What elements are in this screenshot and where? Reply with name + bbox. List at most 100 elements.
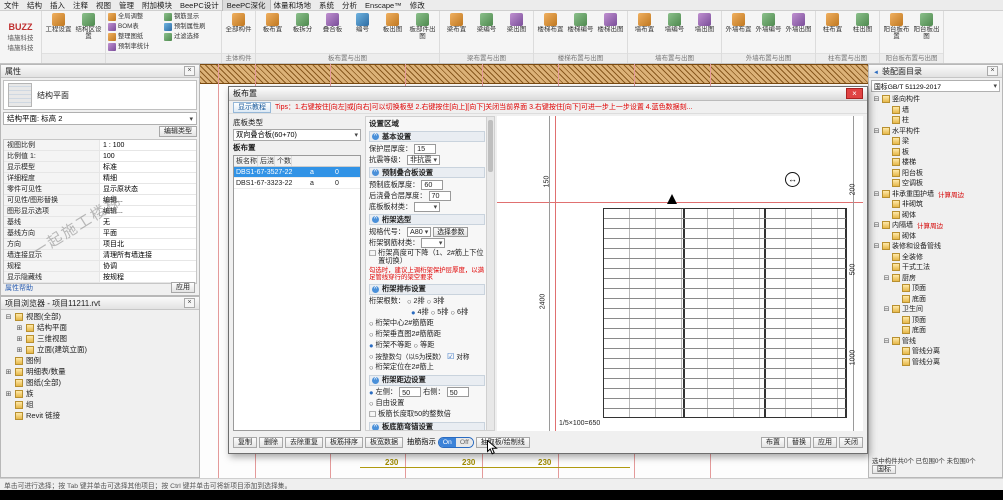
ribbon-button[interactable]: 阳台板出图 bbox=[912, 12, 941, 41]
menu-tab[interactable]: 插入 bbox=[46, 0, 69, 11]
expander-icon[interactable]: ⊞ bbox=[5, 390, 12, 398]
type-card[interactable]: 结构平面 bbox=[3, 80, 197, 110]
expander-icon[interactable]: ⊟ bbox=[873, 242, 880, 250]
menu-tab[interactable]: BeePC设计 bbox=[176, 0, 223, 11]
radio-icon[interactable] bbox=[413, 341, 418, 350]
catalog-item[interactable]: 梁 bbox=[869, 136, 1002, 147]
table-row[interactable]: DBS1-67-3527-22 a 0 bbox=[234, 167, 360, 178]
standard-select[interactable]: 国标GB/T 51129-2017 bbox=[871, 80, 1000, 92]
ribbon-button[interactable]: 编号 bbox=[348, 12, 377, 41]
type-selector[interactable]: 结构平面: 标高 2 bbox=[3, 112, 197, 125]
material-select[interactable] bbox=[414, 202, 440, 212]
ribbon-button[interactable]: BOM表 bbox=[108, 22, 163, 32]
copy-button[interactable]: 复制 bbox=[233, 437, 257, 448]
ribbon-button[interactable]: 预制属性刷 bbox=[164, 22, 219, 32]
catalog-item[interactable]: ⊟ 非承重围护墙 计算周边 bbox=[869, 189, 1002, 200]
catalog-item[interactable]: 底面 bbox=[869, 325, 1002, 336]
ribbon-button[interactable]: 外墙编号 bbox=[754, 12, 783, 41]
expander-icon[interactable]: ⊞ bbox=[16, 335, 23, 343]
catalog-item[interactable]: 顶面 bbox=[869, 315, 1002, 326]
close-icon[interactable] bbox=[184, 298, 195, 308]
section-anchor[interactable]: 板底筋弯锚设置 bbox=[369, 422, 485, 431]
section-basic[interactable]: 基本设置 bbox=[369, 131, 485, 142]
section-precast[interactable]: 预制叠合板设置 bbox=[369, 167, 485, 178]
radio-selected-icon[interactable] bbox=[369, 341, 374, 350]
menu-tab[interactable]: 管理 bbox=[115, 0, 138, 11]
expander-icon[interactable]: ⊟ bbox=[873, 95, 880, 103]
radio-icon[interactable] bbox=[369, 319, 374, 328]
menu-tab[interactable]: 系统 bbox=[315, 0, 338, 11]
show-tutorial-button[interactable]: 显示教程 bbox=[233, 102, 271, 113]
catalog-item[interactable]: 干式工法 bbox=[869, 262, 1002, 273]
tree-item[interactable]: 图例 bbox=[1, 355, 199, 366]
ribbon-button[interactable]: 叠合板 bbox=[318, 12, 347, 41]
radio-icon[interactable] bbox=[450, 308, 455, 317]
ribbon-button[interactable]: 整理图纸 bbox=[108, 32, 163, 42]
ribbon-button[interactable]: 梁出图 bbox=[502, 12, 531, 41]
property-value[interactable]: 清理所有墙连接 bbox=[100, 250, 196, 260]
catalog-item[interactable]: 墙 bbox=[869, 105, 1002, 116]
ribbon-button[interactable]: 楼梯编号 bbox=[566, 12, 595, 41]
close-button[interactable]: 关闭 bbox=[839, 437, 863, 448]
property-value[interactable]: 按规程 bbox=[100, 272, 196, 282]
dedup-button[interactable]: 去除重复 bbox=[285, 437, 323, 448]
expander-icon[interactable]: ⊟ bbox=[883, 305, 890, 313]
edit-type-button[interactable]: 编辑类型 bbox=[159, 126, 197, 137]
edge-left-input[interactable]: 50 bbox=[399, 387, 421, 397]
property-value[interactable]: 1 : 100 bbox=[100, 140, 196, 150]
ribbon-button[interactable]: 墙编号 bbox=[660, 12, 689, 41]
ribbon-button[interactable]: 工程设置 bbox=[44, 12, 73, 41]
ribbon-button[interactable]: 柱出图 bbox=[848, 12, 877, 41]
ribbon-button[interactable]: 阳台板布置 bbox=[882, 12, 911, 41]
checkbox-checked-icon[interactable] bbox=[447, 352, 454, 361]
tree-item[interactable]: ⊞ 明细表/数量 bbox=[1, 366, 199, 377]
menu-tab[interactable]: 文件 bbox=[0, 0, 23, 11]
tree-item[interactable]: 图纸(全部) bbox=[1, 377, 199, 388]
ribbon-button[interactable]: 梁编号 bbox=[472, 12, 501, 41]
radio-icon[interactable] bbox=[369, 363, 374, 372]
property-value[interactable]: 100 bbox=[100, 151, 196, 161]
ribbon-button[interactable]: 过滤选择 bbox=[164, 32, 219, 42]
catalog-item[interactable]: 空调板 bbox=[869, 178, 1002, 189]
catalog-item[interactable]: 管线分离 bbox=[869, 346, 1002, 357]
checkbox-icon[interactable] bbox=[369, 410, 376, 419]
tree-item[interactable]: ⊞ 三维视图 bbox=[1, 333, 199, 344]
expander-icon[interactable]: ⊞ bbox=[5, 368, 12, 376]
close-icon[interactable] bbox=[184, 66, 195, 76]
ribbon-button[interactable]: 墙布置 bbox=[630, 12, 659, 41]
ribbon-button[interactable]: 板布置 bbox=[258, 12, 287, 41]
radio-icon[interactable] bbox=[369, 330, 374, 339]
radio-icon[interactable] bbox=[407, 297, 412, 306]
catalog-item[interactable]: 顶面 bbox=[869, 283, 1002, 294]
topping-thickness-input[interactable]: 70 bbox=[429, 191, 451, 201]
expander-icon[interactable]: ⊞ bbox=[16, 346, 23, 354]
ribbon-button[interactable]: 楼梯布置 bbox=[536, 12, 565, 41]
menu-tab[interactable]: 视图 bbox=[92, 0, 115, 11]
properties-help-link[interactable]: 属性帮助 bbox=[5, 283, 33, 293]
seismic-select[interactable]: 非抗震 bbox=[407, 155, 440, 165]
catalog-item[interactable]: ⊟ 竖向构件 bbox=[869, 94, 1002, 105]
radio-selected-icon[interactable] bbox=[411, 308, 416, 317]
collapse-arrow-icon[interactable] bbox=[873, 67, 879, 76]
tree-item[interactable]: Revit 链接 bbox=[1, 410, 199, 421]
select-parameter-button[interactable]: 选择参数 bbox=[433, 227, 468, 237]
close-icon[interactable] bbox=[987, 66, 998, 76]
radio-icon[interactable] bbox=[431, 308, 436, 317]
section-truss[interactable]: 桁架选型 bbox=[369, 214, 485, 225]
property-value[interactable]: 精细 bbox=[100, 173, 196, 183]
checkbox-icon[interactable] bbox=[369, 249, 376, 258]
property-value[interactable]: 无 bbox=[100, 217, 196, 227]
expander-icon[interactable]: ⊞ bbox=[16, 324, 23, 332]
place-button[interactable]: 布置 bbox=[761, 437, 785, 448]
menu-tab[interactable]: 附加模块 bbox=[138, 0, 176, 11]
expander-icon[interactable]: ⊟ bbox=[873, 190, 880, 198]
tree-item[interactable]: ⊞ 立面(建筑立面) bbox=[1, 344, 199, 355]
catalog-item[interactable]: 砌体 bbox=[869, 210, 1002, 221]
spec-select[interactable]: A80 bbox=[407, 227, 431, 237]
truss-material-select[interactable] bbox=[421, 238, 445, 248]
expander-icon[interactable]: ⊟ bbox=[873, 221, 880, 229]
menu-tab[interactable]: 结构 bbox=[23, 0, 46, 11]
catalog-item[interactable]: 板 bbox=[869, 147, 1002, 158]
dialog-titlebar[interactable]: 板布置 bbox=[229, 87, 867, 101]
catalog-item[interactable]: 底面 bbox=[869, 294, 1002, 305]
